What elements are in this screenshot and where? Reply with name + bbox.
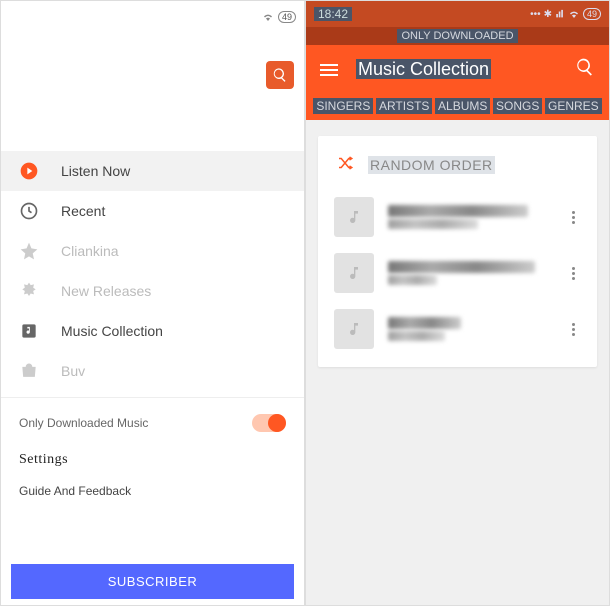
nav-buy[interactable]: Buv [1, 351, 304, 391]
subscriber-button[interactable]: SUBSCRIBER [11, 564, 294, 599]
library-icon [19, 321, 39, 341]
track-menu-button[interactable] [565, 267, 581, 280]
nav-new-releases[interactable]: New Releases [1, 271, 304, 311]
left-header-area: 49 [1, 1, 304, 151]
nav-drawer: Listen Now Recent Cliankina New Releases… [1, 151, 304, 391]
only-downloaded-label: Only Downloaded Music [19, 416, 148, 430]
nav-label: Listen Now [61, 163, 130, 179]
settings-item[interactable]: Settings [1, 442, 304, 476]
nav-listen-now[interactable]: Listen Now [1, 151, 304, 191]
track-title [388, 205, 528, 217]
nav-label: Recent [61, 203, 105, 219]
nav-label: New Releases [61, 283, 151, 299]
feedback-item[interactable]: Guide And Feedback [1, 476, 304, 506]
search-button-collapsed[interactable] [266, 61, 294, 89]
tab-songs[interactable]: SONGS [493, 98, 542, 114]
nav-rankings[interactable]: Cliankina [1, 231, 304, 271]
only-downloaded-banner: ONLY DOWNLOADED [306, 27, 609, 45]
battery-badge: 49 [278, 11, 296, 23]
random-order-button[interactable]: RANDOM ORDER [330, 150, 585, 189]
track-card: RANDOM ORDER [318, 136, 597, 367]
feedback-label: Guide And Feedback [19, 484, 131, 498]
track-row[interactable] [330, 189, 585, 245]
note-icon [346, 265, 362, 281]
tab-artists[interactable]: ARTISTS [376, 98, 432, 114]
battery-badge: 49 [583, 8, 601, 20]
track-subtitle [388, 219, 478, 229]
track-row[interactable] [330, 245, 585, 301]
track-title [388, 261, 535, 273]
wifi-icon [262, 11, 274, 23]
shuffle-icon [336, 154, 354, 175]
track-subtitle [388, 275, 437, 285]
only-downloaded-row: Only Downloaded Music [1, 404, 304, 442]
random-order-label: RANDOM ORDER [368, 156, 495, 174]
app-toolbar: Music Collection [306, 45, 609, 94]
page-title: Music Collection [356, 59, 557, 80]
search-button[interactable] [575, 57, 595, 82]
note-icon [346, 321, 362, 337]
bluetooth-icon: ✱ [544, 9, 552, 20]
tab-genres[interactable]: GENRES [545, 98, 602, 114]
nav-music-collection[interactable]: Music Collection [1, 311, 304, 351]
tab-albums[interactable]: ALBUMS [435, 98, 490, 114]
listen-now-icon [19, 161, 39, 181]
right-screenshot: 18:42 ••• ✱ 49 ONLY DOWNLOADED Music Col… [305, 0, 610, 606]
left-statusbar: 49 [262, 11, 296, 23]
nav-label: Cliankina [61, 243, 119, 259]
track-title [388, 317, 461, 329]
note-icon [346, 209, 362, 225]
track-info [388, 203, 551, 231]
nav-label: Buv [61, 363, 85, 379]
track-menu-button[interactable] [565, 323, 581, 336]
status-icons: ••• ✱ 49 [530, 8, 601, 20]
track-info [388, 259, 551, 287]
new-releases-icon [19, 281, 39, 301]
category-tabs: SINGERS ARTISTS ALBUMS SONGS GENRES [306, 94, 609, 120]
nav-recent[interactable]: Recent [1, 191, 304, 231]
wifi-icon [568, 8, 580, 20]
track-menu-button[interactable] [565, 211, 581, 224]
shop-icon [19, 361, 39, 381]
track-thumbnail [334, 253, 374, 293]
content-area: RANDOM ORDER [306, 120, 609, 605]
right-statusbar: 18:42 ••• ✱ 49 [306, 1, 609, 27]
settings-label: Settings [19, 452, 68, 467]
status-time: 18:42 [314, 7, 352, 21]
nav-label: Music Collection [61, 323, 163, 339]
left-screenshot: 49 Listen Now Recent Cliankina [0, 0, 305, 606]
tab-singers[interactable]: SINGERS [313, 98, 373, 114]
signal-icon [555, 9, 565, 19]
only-downloaded-toggle[interactable] [252, 414, 286, 432]
search-icon [272, 67, 288, 83]
subscriber-label: SUBSCRIBER [108, 574, 198, 589]
hamburger-menu-icon[interactable] [320, 64, 338, 76]
track-info [388, 315, 551, 343]
track-subtitle [388, 331, 445, 341]
search-icon [575, 57, 595, 77]
recent-icon [19, 201, 39, 221]
track-thumbnail [334, 197, 374, 237]
track-thumbnail [334, 309, 374, 349]
track-row[interactable] [330, 301, 585, 357]
divider [1, 397, 304, 398]
star-icon [19, 241, 39, 261]
